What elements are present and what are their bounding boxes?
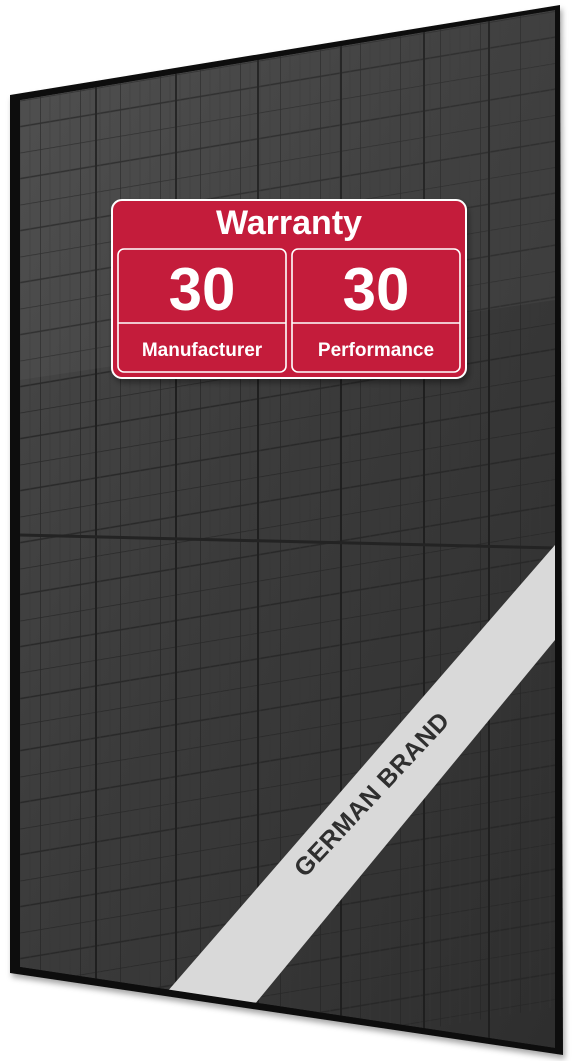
solar-panel-illustration: GERMAN BRAND Warranty 30 Manufacturer 30… [10,5,563,1055]
manufacturer-years: 30 [169,256,236,323]
performance-label: Performance [318,340,434,361]
performance-years: 30 [343,256,410,323]
warranty-title: Warranty [216,204,362,242]
manufacturer-label: Manufacturer [142,340,263,361]
warranty-badge: Warranty 30 Manufacturer 30 Performance [111,199,467,379]
product-image: GERMAN BRAND Warranty 30 Manufacturer 30… [0,0,576,1061]
